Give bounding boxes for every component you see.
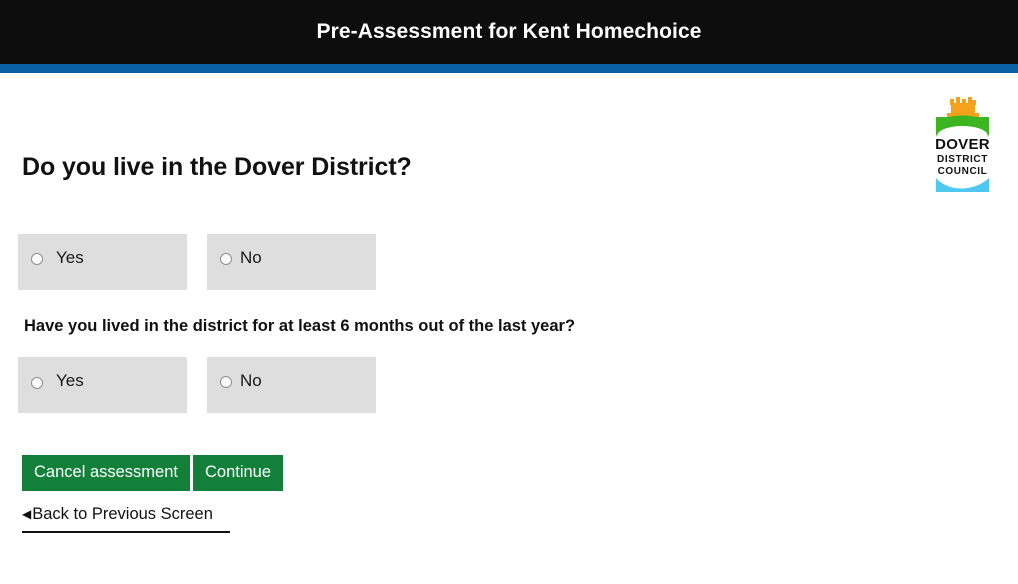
radio-label-q1-no: No [240, 248, 262, 267]
question-1-label: Do you live in the Dover District? [22, 153, 412, 181]
main-content: Do you live in the Dover District? Yes N… [0, 73, 1018, 584]
radio-option-q2-yes[interactable]: Yes [18, 357, 187, 413]
back-link-label: Back to Previous Screen [32, 505, 213, 523]
question-2-label: Have you lived in the district for at le… [24, 317, 576, 335]
app-header: Pre-Assessment for Kent Homechoice [0, 0, 1018, 64]
page-title: Pre-Assessment for Kent Homechoice [316, 20, 702, 43]
continue-button[interactable]: Continue [192, 455, 284, 491]
radio-label-q1-yes: Yes [56, 248, 84, 267]
radio-input-q2-yes[interactable] [31, 377, 43, 389]
header-accent-bar [0, 64, 1018, 73]
radio-input-q1-no[interactable] [220, 253, 232, 265]
radio-label-q2-yes: Yes [56, 371, 84, 390]
radio-option-q2-no[interactable]: No [207, 357, 376, 413]
radio-option-q1-yes[interactable]: Yes [18, 234, 187, 290]
cancel-assessment-button[interactable]: Cancel assessment [22, 455, 190, 491]
radio-input-q2-no[interactable] [220, 376, 232, 388]
back-to-previous-screen-link[interactable]: ◀Back to Previous Screen [22, 505, 230, 533]
radio-input-q1-yes[interactable] [31, 253, 43, 265]
radio-option-q1-no[interactable]: No [207, 234, 376, 290]
back-arrow-icon: ◀ [22, 507, 32, 521]
radio-label-q2-no: No [240, 371, 262, 390]
action-buttons: Cancel assessment Continue [22, 455, 286, 491]
